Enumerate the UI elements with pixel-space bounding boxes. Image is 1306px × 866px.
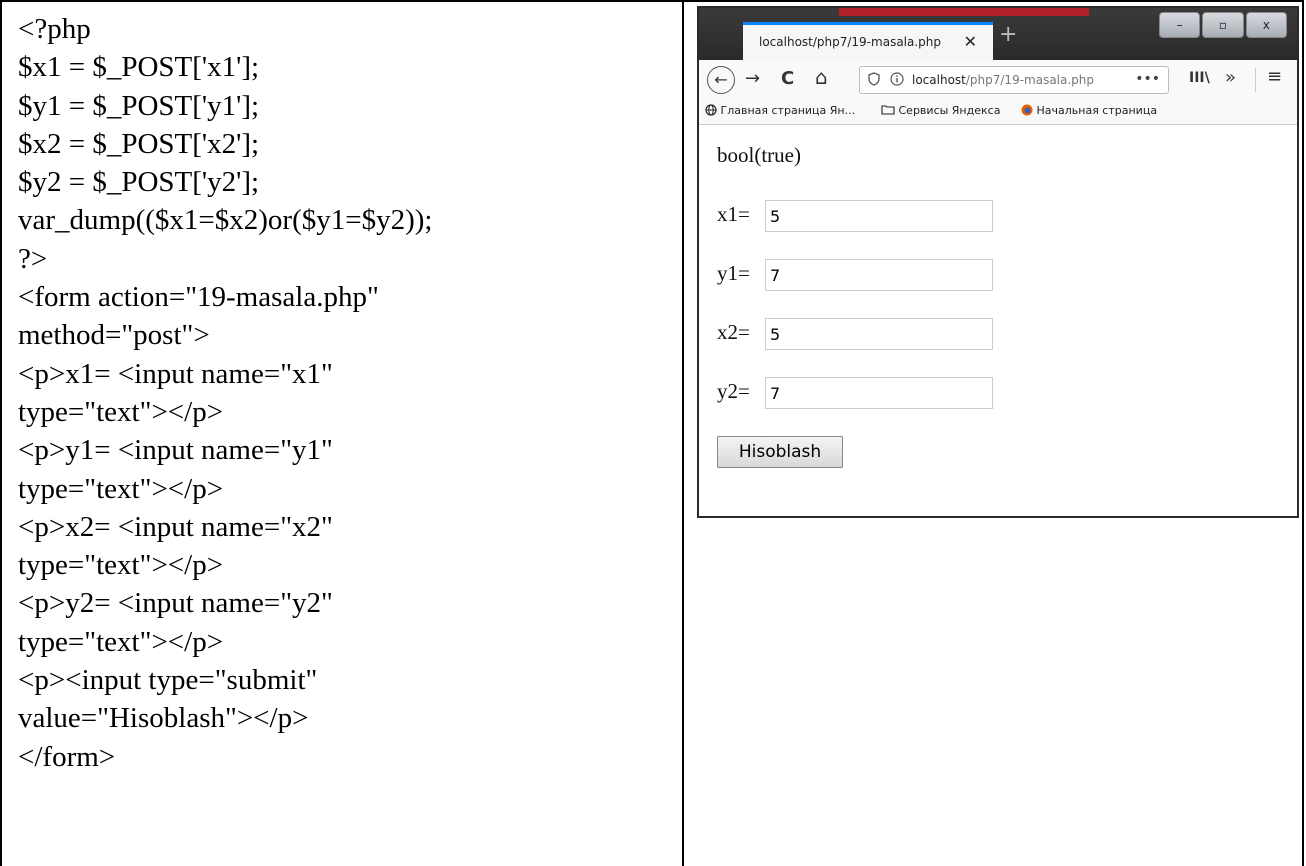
minimize-button[interactable]: –	[1159, 12, 1201, 38]
bookmarks-toolbar: Главная страница Ян... Сервисы Яндекса Н…	[699, 100, 1297, 125]
x2-input[interactable]	[765, 318, 993, 350]
php-code-listing: <?php $x1 = $_POST['x1']; $y1 = $_POST['…	[18, 10, 678, 776]
code-line: <p><input type="submit"	[18, 664, 318, 697]
tab-title: localhost/php7/19-masala.php	[759, 35, 942, 49]
code-line: $x1 = $_POST['x1'];	[18, 51, 260, 84]
address-bar[interactable]: localhost/php7/19-masala.php •••	[859, 66, 1169, 94]
field-label: x1=	[717, 202, 750, 226]
code-line: type="text"></p>	[18, 395, 224, 428]
desktop-background-stripe	[839, 8, 1089, 16]
y2-input[interactable]	[765, 377, 993, 409]
field-label: y1=	[717, 261, 750, 285]
library-icon[interactable]: III\	[1189, 70, 1210, 86]
toolbar-separator	[1255, 68, 1256, 92]
code-line: type="text"></p>	[18, 472, 224, 505]
bookmark-label: Начальная страница	[1036, 104, 1158, 117]
back-icon[interactable]: ←	[707, 66, 735, 94]
x1-input[interactable]	[765, 200, 993, 232]
code-line: $y2 = $_POST['y2'];	[18, 166, 260, 199]
bookmark-label: Сервисы Яндекса	[898, 104, 1001, 117]
code-line: ?>	[18, 242, 48, 275]
var-dump-output: bool(true)	[717, 143, 801, 167]
maximize-button[interactable]: ▫	[1202, 12, 1244, 38]
field-label: y2=	[717, 379, 750, 403]
code-line: <p>x2= <input name="x2"	[18, 510, 333, 543]
navigation-toolbar: ← → C ⌂ localhost/php7/19-masala.php •••…	[699, 60, 1297, 101]
code-line: $y1 = $_POST['y1'];	[18, 89, 260, 122]
code-line: var_dump(($x1=$x2)or($y1=$y2));	[18, 204, 433, 237]
code-line: type="text"></p>	[18, 625, 224, 658]
tab-active[interactable]: localhost/php7/19-masala.php ✕	[743, 22, 993, 60]
window-controls: – ▫ x	[1157, 12, 1287, 38]
code-line: <p>y2= <input name="y2"	[18, 587, 333, 620]
home-icon[interactable]: ⌂	[815, 65, 828, 89]
browser-window: localhost/php7/19-masala.php ✕ + – ▫ x ←…	[697, 6, 1299, 518]
url-path: /php7/19-masala.php	[965, 73, 1095, 87]
bookmark-start-page[interactable]: Начальная страница	[1021, 104, 1157, 117]
page-actions-icon[interactable]: •••	[1135, 71, 1160, 87]
code-line: <p>y1= <input name="y1"	[18, 434, 333, 467]
hisoblash-submit-button[interactable]: Hisoblash	[717, 436, 843, 468]
folder-icon	[881, 105, 895, 115]
bookmark-yandex-services[interactable]: Сервисы Яндекса	[881, 104, 1000, 117]
code-line: </form>	[18, 740, 116, 773]
code-line: value="Hisoblash"></p>	[18, 702, 309, 735]
url-host: localhost	[912, 73, 966, 87]
field-label: x2=	[717, 320, 750, 344]
new-tab-icon[interactable]: +	[999, 22, 1017, 47]
code-line: method="post">	[18, 319, 210, 352]
code-line: <?php	[18, 13, 91, 45]
hamburger-menu-icon[interactable]: ≡	[1267, 66, 1282, 87]
overflow-menu-icon[interactable]: »	[1225, 67, 1236, 88]
shield-icon[interactable]	[868, 72, 880, 90]
code-line: <p>x1= <input name="x1"	[18, 357, 333, 390]
code-line: <form action="19-masala.php"	[18, 281, 379, 314]
url-text[interactable]: localhost/php7/19-masala.php	[912, 73, 1094, 87]
table-divider	[682, 0, 684, 866]
forward-icon[interactable]: →	[745, 68, 760, 89]
page-content: bool(true) x1= y1= x2= y2= Hisoblash	[699, 125, 1297, 516]
reload-icon[interactable]: C	[781, 68, 794, 89]
tab-close-icon[interactable]: ✕	[964, 32, 977, 51]
close-window-button[interactable]: x	[1245, 12, 1287, 38]
info-icon[interactable]	[890, 72, 904, 90]
bookmark-yandex-home[interactable]: Главная страница Ян...	[705, 104, 855, 117]
bookmark-label: Главная страница Ян...	[720, 104, 856, 117]
globe-icon	[705, 104, 717, 116]
firefox-icon	[1021, 104, 1033, 116]
y1-input[interactable]	[765, 259, 993, 291]
code-line: type="text"></p>	[18, 549, 224, 582]
tab-bar: localhost/php7/19-masala.php ✕ + – ▫ x	[699, 8, 1297, 60]
code-line: $x2 = $_POST['x2'];	[18, 127, 260, 160]
